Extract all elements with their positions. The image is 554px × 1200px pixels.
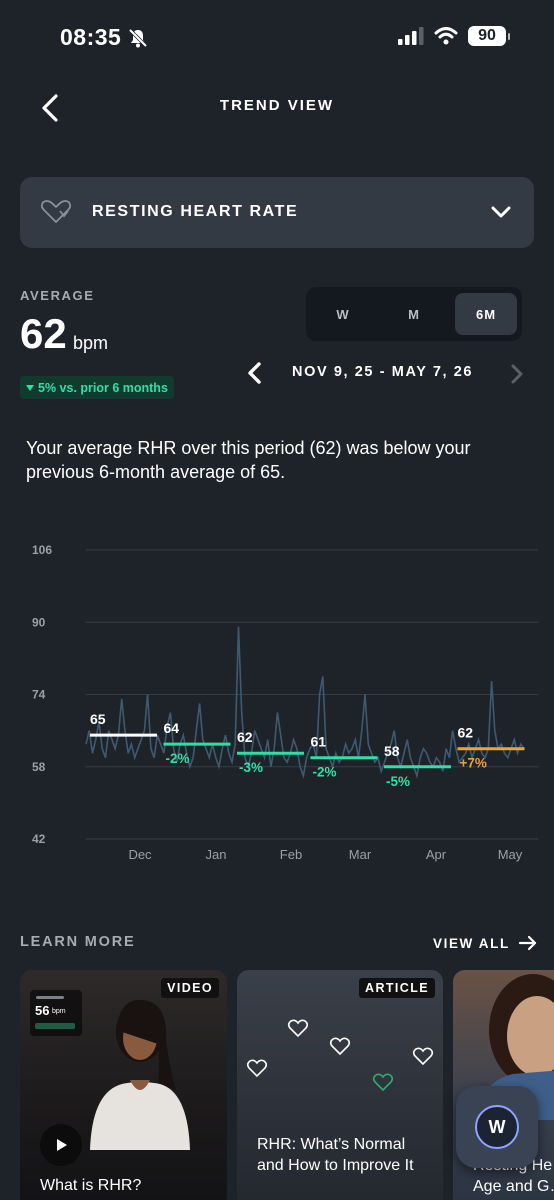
cellular-signal-icon <box>398 27 424 45</box>
y-tick-label: 106 <box>32 543 52 557</box>
x-tick-label: Apr <box>426 847 447 862</box>
monthly-change-label: +7% <box>460 756 487 771</box>
daily-rhr-line <box>85 626 525 779</box>
chevron-down-icon <box>491 206 511 218</box>
play-icon <box>57 1139 67 1151</box>
video-card[interactable]: 56 bpm VIDEO What is RHR? <box>20 970 227 1200</box>
y-tick-label: 90 <box>32 615 46 629</box>
overlay-value: 56 <box>35 1003 50 1018</box>
change-text: 5% vs. prior 6 months <box>38 380 168 395</box>
date-range: NOV 9, 25 - MAY 7, 26 <box>292 364 474 380</box>
period-week-button[interactable]: W <box>312 293 374 335</box>
monthly-change-label: -3% <box>239 760 263 775</box>
rhr-trend-chart: 10690745842 6564-2%62-3%61-2%58-5%62+7% … <box>32 543 538 862</box>
view-all-label: VIEW ALL <box>433 935 510 951</box>
battery-level: 90 <box>468 26 510 46</box>
play-button[interactable] <box>40 1124 82 1166</box>
average-value: 62 <box>20 310 67 357</box>
average-label: AVERAGE <box>20 288 95 303</box>
overlay-unit: bpm <box>52 1008 66 1015</box>
x-tick-label: May <box>498 847 523 862</box>
status-indicators: 90 <box>398 26 510 46</box>
monthly-change-label: -2% <box>166 751 190 766</box>
period-month-button[interactable]: M <box>383 293 445 335</box>
change-badge: 5% vs. prior 6 months <box>20 376 174 399</box>
presenter-image <box>90 999 190 1150</box>
next-period-button[interactable] <box>507 362 527 386</box>
summary-text: Your average RHR over this period (62) w… <box>26 438 471 482</box>
monthly-average-label: 64 <box>164 720 180 736</box>
y-tick-label: 58 <box>32 760 46 774</box>
card-type-tag: ARTICLE <box>359 978 435 998</box>
y-tick-label: 74 <box>32 688 46 702</box>
arrow-right-icon <box>518 935 536 951</box>
average-unit: bpm <box>73 333 109 353</box>
monthly-change-label: -2% <box>313 765 337 780</box>
x-tick-label: Feb <box>280 847 302 862</box>
page-title: TREND VIEW <box>219 97 335 114</box>
monthly-average-label: 65 <box>90 711 106 727</box>
x-tick-label: Mar <box>349 847 372 862</box>
monthly-average-label: 62 <box>237 729 253 745</box>
heart-rate-icon <box>40 200 72 223</box>
period-toggle: W M 6M <box>306 287 522 341</box>
period-6-months-button[interactable]: 6M <box>455 293 517 335</box>
card-type-tag: VIDEO <box>161 978 219 998</box>
card-title: What is RHR? <box>40 1177 142 1194</box>
monthly-average-label: 58 <box>384 743 400 759</box>
assistant-button[interactable]: W <box>456 1086 538 1168</box>
metric-label: RESTING HEART RATE <box>92 203 299 220</box>
status-time: 08:35 <box>60 24 122 50</box>
hr-overlay: 56 bpm <box>30 990 82 1036</box>
article-card[interactable]: ARTICLE RHR: What’s Normal and How to Im… <box>237 970 443 1200</box>
hearts-illustration <box>246 1019 434 1092</box>
y-tick-label: 42 <box>32 832 46 846</box>
wifi-icon <box>434 27 458 45</box>
monthly-average-label: 62 <box>458 725 474 741</box>
view-all-link[interactable]: VIEW ALL <box>433 934 538 952</box>
x-tick-label: Dec <box>128 847 152 862</box>
silent-mode-icon <box>128 28 148 48</box>
down-arrow-icon <box>26 384 34 391</box>
learn-more-label: LEARN MORE <box>20 934 136 950</box>
card-title: RHR: What’s Normal and How to Improve It <box>257 1136 414 1174</box>
assistant-logo-icon: W <box>475 1105 519 1149</box>
monthly-average-label: 61 <box>311 734 327 750</box>
metric-selector[interactable]: RESTING HEART RATE <box>20 177 534 248</box>
x-tick-label: Jan <box>206 847 227 862</box>
previous-period-button[interactable] <box>243 360 267 386</box>
monthly-change-label: -5% <box>386 774 410 789</box>
